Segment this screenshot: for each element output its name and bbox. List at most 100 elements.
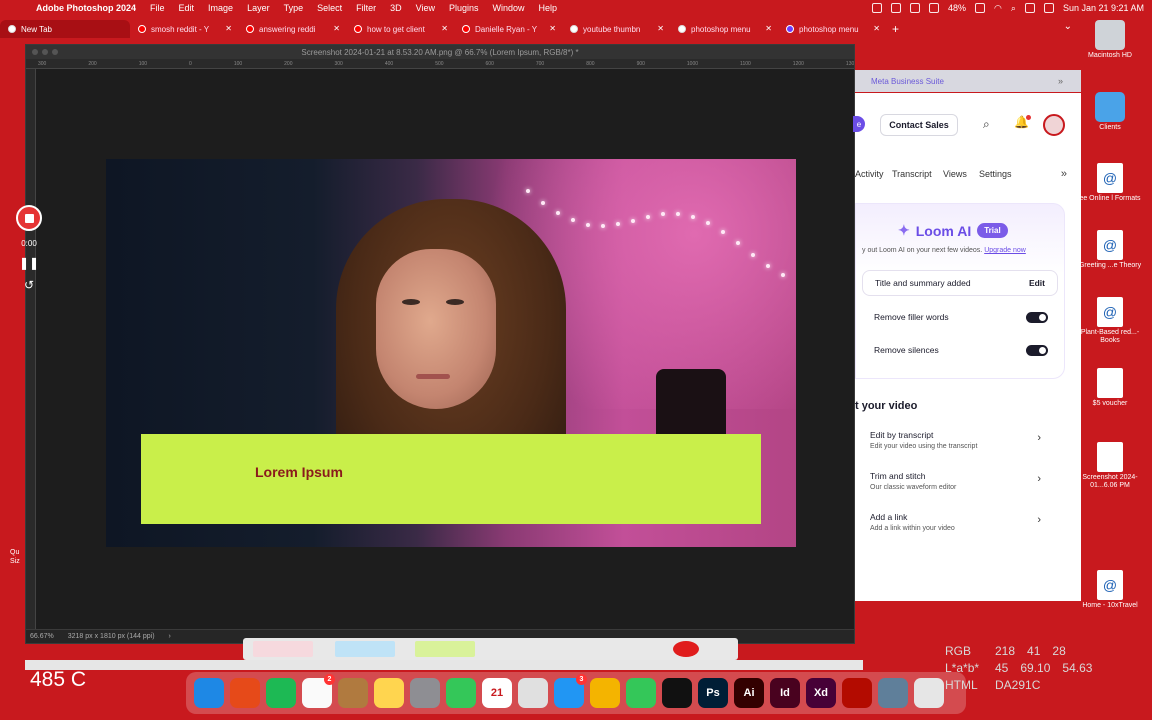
desktop-icon-plant-based-books[interactable]: @ Plant-Based red...- Books [1076,297,1144,345]
lightning-status-icon[interactable] [929,3,940,13]
document-canvas[interactable]: Lorem Ipsum [36,69,854,629]
tab-photoshop-menu-loom[interactable]: photoshop menu ✕ [778,20,886,38]
tab-close-icon[interactable]: ✕ [441,24,448,33]
dock-xd-icon[interactable]: Xd [806,678,836,708]
status-chevron-icon[interactable]: › [169,633,171,640]
menu-filter[interactable]: Filter [356,3,376,13]
search-icon[interactable]: ⌕ [983,117,990,132]
dock-preview-icon[interactable] [878,678,908,708]
tab-close-icon[interactable]: ✕ [333,24,340,33]
tab-close-icon[interactable]: ✕ [873,24,880,33]
battery-percent[interactable]: 48% [948,3,966,13]
menu-file[interactable]: File [150,3,165,13]
tab-answering-reddit[interactable]: answering reddi ✕ [238,20,346,38]
lorem-ipsum-banner[interactable]: Lorem Ipsum [141,434,761,524]
tab-photoshop-menu[interactable]: photoshop menu ✕ [670,20,778,38]
add-a-link-option[interactable]: Add a link Add a link within your video … [855,512,1065,546]
dock-messages-icon[interactable] [626,678,656,708]
dock-mail-icon[interactable]: 3 [554,674,587,708]
avatar[interactable] [1043,114,1065,136]
dock-system-settings-icon[interactable] [410,678,440,708]
tab-transcript[interactable]: Transcript [892,169,932,179]
menu-help[interactable]: Help [539,3,558,13]
zoom-window-icon[interactable] [52,49,58,55]
bookmarks-more-icon[interactable]: » [1058,76,1063,86]
restart-icon[interactable]: ↺ [24,278,34,292]
dock-script-editor-icon[interactable] [518,678,548,708]
dock-launchpad-icon[interactable] [230,678,260,708]
dock-illustrator-icon[interactable]: Ai [734,678,764,708]
desktop-icon-macintosh-hd[interactable]: Macintosh HD [1076,20,1144,60]
filler-words-toggle[interactable] [1026,311,1048,323]
vertical-ruler[interactable] [26,69,36,629]
menu-layer[interactable]: Layer [247,3,270,13]
tab-settings[interactable]: Settings [979,169,1012,179]
screen-status-icon[interactable] [910,3,921,13]
minimize-window-icon[interactable] [42,49,48,55]
search-menubar-icon[interactable]: ⌕ [1011,3,1016,14]
tab-close-icon[interactable]: ✕ [765,24,772,33]
record-status-icon[interactable] [891,3,902,13]
dock-spotify-icon[interactable] [266,678,296,708]
dock-reminders-icon[interactable]: 2 [302,674,335,708]
tab-activity[interactable]: Activity [855,169,884,179]
menubar-clock[interactable]: Sun Jan 21 9:21 AM [1063,3,1144,13]
desktop-icon-clients[interactable]: Clients [1076,92,1144,132]
horizontal-ruler[interactable]: 300 200 100 0 100 200 300 400 500 600 700 800 900 100… [26,59,854,69]
document-info[interactable]: 3218 px x 1810 px (144 ppi) [68,633,155,640]
dock-facetime-icon[interactable] [446,678,476,708]
wifi-icon[interactable]: ◠ [994,3,1002,14]
dock-photoshop-icon[interactable]: Ps [698,678,728,708]
menu-view[interactable]: View [416,3,435,13]
new-tab-plus-icon[interactable]: + [892,22,899,36]
battery-icon[interactable] [975,3,986,13]
pause-icon[interactable]: ❚❚ [19,256,39,270]
menu-edit[interactable]: Edit [179,3,195,13]
tab-new-tab[interactable]: New Tab [0,20,130,38]
tab-search-chevron-icon[interactable]: ⌄ [1064,21,1072,32]
dock-notes-app-icon[interactable] [338,678,368,708]
dock-chrome-icon[interactable] [590,678,620,708]
dock-capcut-icon[interactable] [662,678,692,708]
menu-3d[interactable]: 3D [390,3,402,13]
dock-calendar-icon[interactable]: 21 [482,678,512,708]
dock-indesign-icon[interactable]: Id [770,678,800,708]
banner-text-layer[interactable]: Lorem Ipsum [255,464,343,480]
desktop-icon-10xtravel[interactable]: @ Home - 10xTravel [1076,570,1144,610]
tab-close-icon[interactable]: ✕ [549,24,556,33]
bookmark-meta-business-suite[interactable]: Meta Business Suite [871,77,944,86]
gear-status-icon[interactable] [872,3,883,13]
dock-trash-icon[interactable] [914,678,944,708]
silences-toggle[interactable] [1026,344,1048,356]
desktop-icon-online-formats[interactable]: @ ee Online l Formats [1076,163,1144,203]
upgrade-now-link[interactable]: Upgrade now [984,247,1026,254]
control-center-icon[interactable] [1024,3,1035,13]
zoom-level[interactable]: 66.67% [30,633,54,640]
menu-plugins[interactable]: Plugins [449,3,479,13]
menu-type[interactable]: Type [284,3,304,13]
edit-by-transcript-option[interactable]: Edit by transcript Edit your video using… [855,430,1065,464]
tab-danielle-ryan[interactable]: Danielle Ryan - Y ✕ [454,20,562,38]
menu-image[interactable]: Image [208,3,233,13]
contact-sales-button[interactable]: Contact Sales [880,114,958,136]
trim-and-stitch-option[interactable]: Trim and stitch Our classic waveform edi… [855,471,1065,505]
tab-views[interactable]: Views [943,169,967,179]
stop-recording-button[interactable] [16,205,42,231]
close-window-icon[interactable] [32,49,38,55]
tab-how-to-get-clients[interactable]: how to get client ✕ [346,20,454,38]
dock-finder-icon[interactable] [194,678,224,708]
desktop-icon-screenshot[interactable]: Screenshot 2024-01...6.06 PM [1076,442,1144,490]
dock-acrobat-icon[interactable] [842,678,872,708]
more-tabs-chevron-icon[interactable]: » [1061,168,1067,180]
dock-notes-icon[interactable] [374,678,404,708]
app-name-menu[interactable]: Adobe Photoshop 2024 [36,3,136,13]
tab-smosh-reddit[interactable]: smosh reddit - Y ✕ [130,20,238,38]
document-title-bar[interactable]: Screenshot 2024-01-21 at 8.53.20 AM.png … [26,45,854,59]
desktop-icon-voucher[interactable]: $5 voucher [1076,368,1144,408]
menu-select[interactable]: Select [317,3,342,13]
tab-youtube-thumbnail[interactable]: youtube thumbn ✕ [562,20,670,38]
menu-window[interactable]: Window [493,3,525,13]
tab-close-icon[interactable]: ✕ [657,24,664,33]
desktop-icon-greeting-theory[interactable]: @ Greeting ...e Theory [1076,230,1144,270]
tab-close-icon[interactable]: ✕ [225,24,232,33]
